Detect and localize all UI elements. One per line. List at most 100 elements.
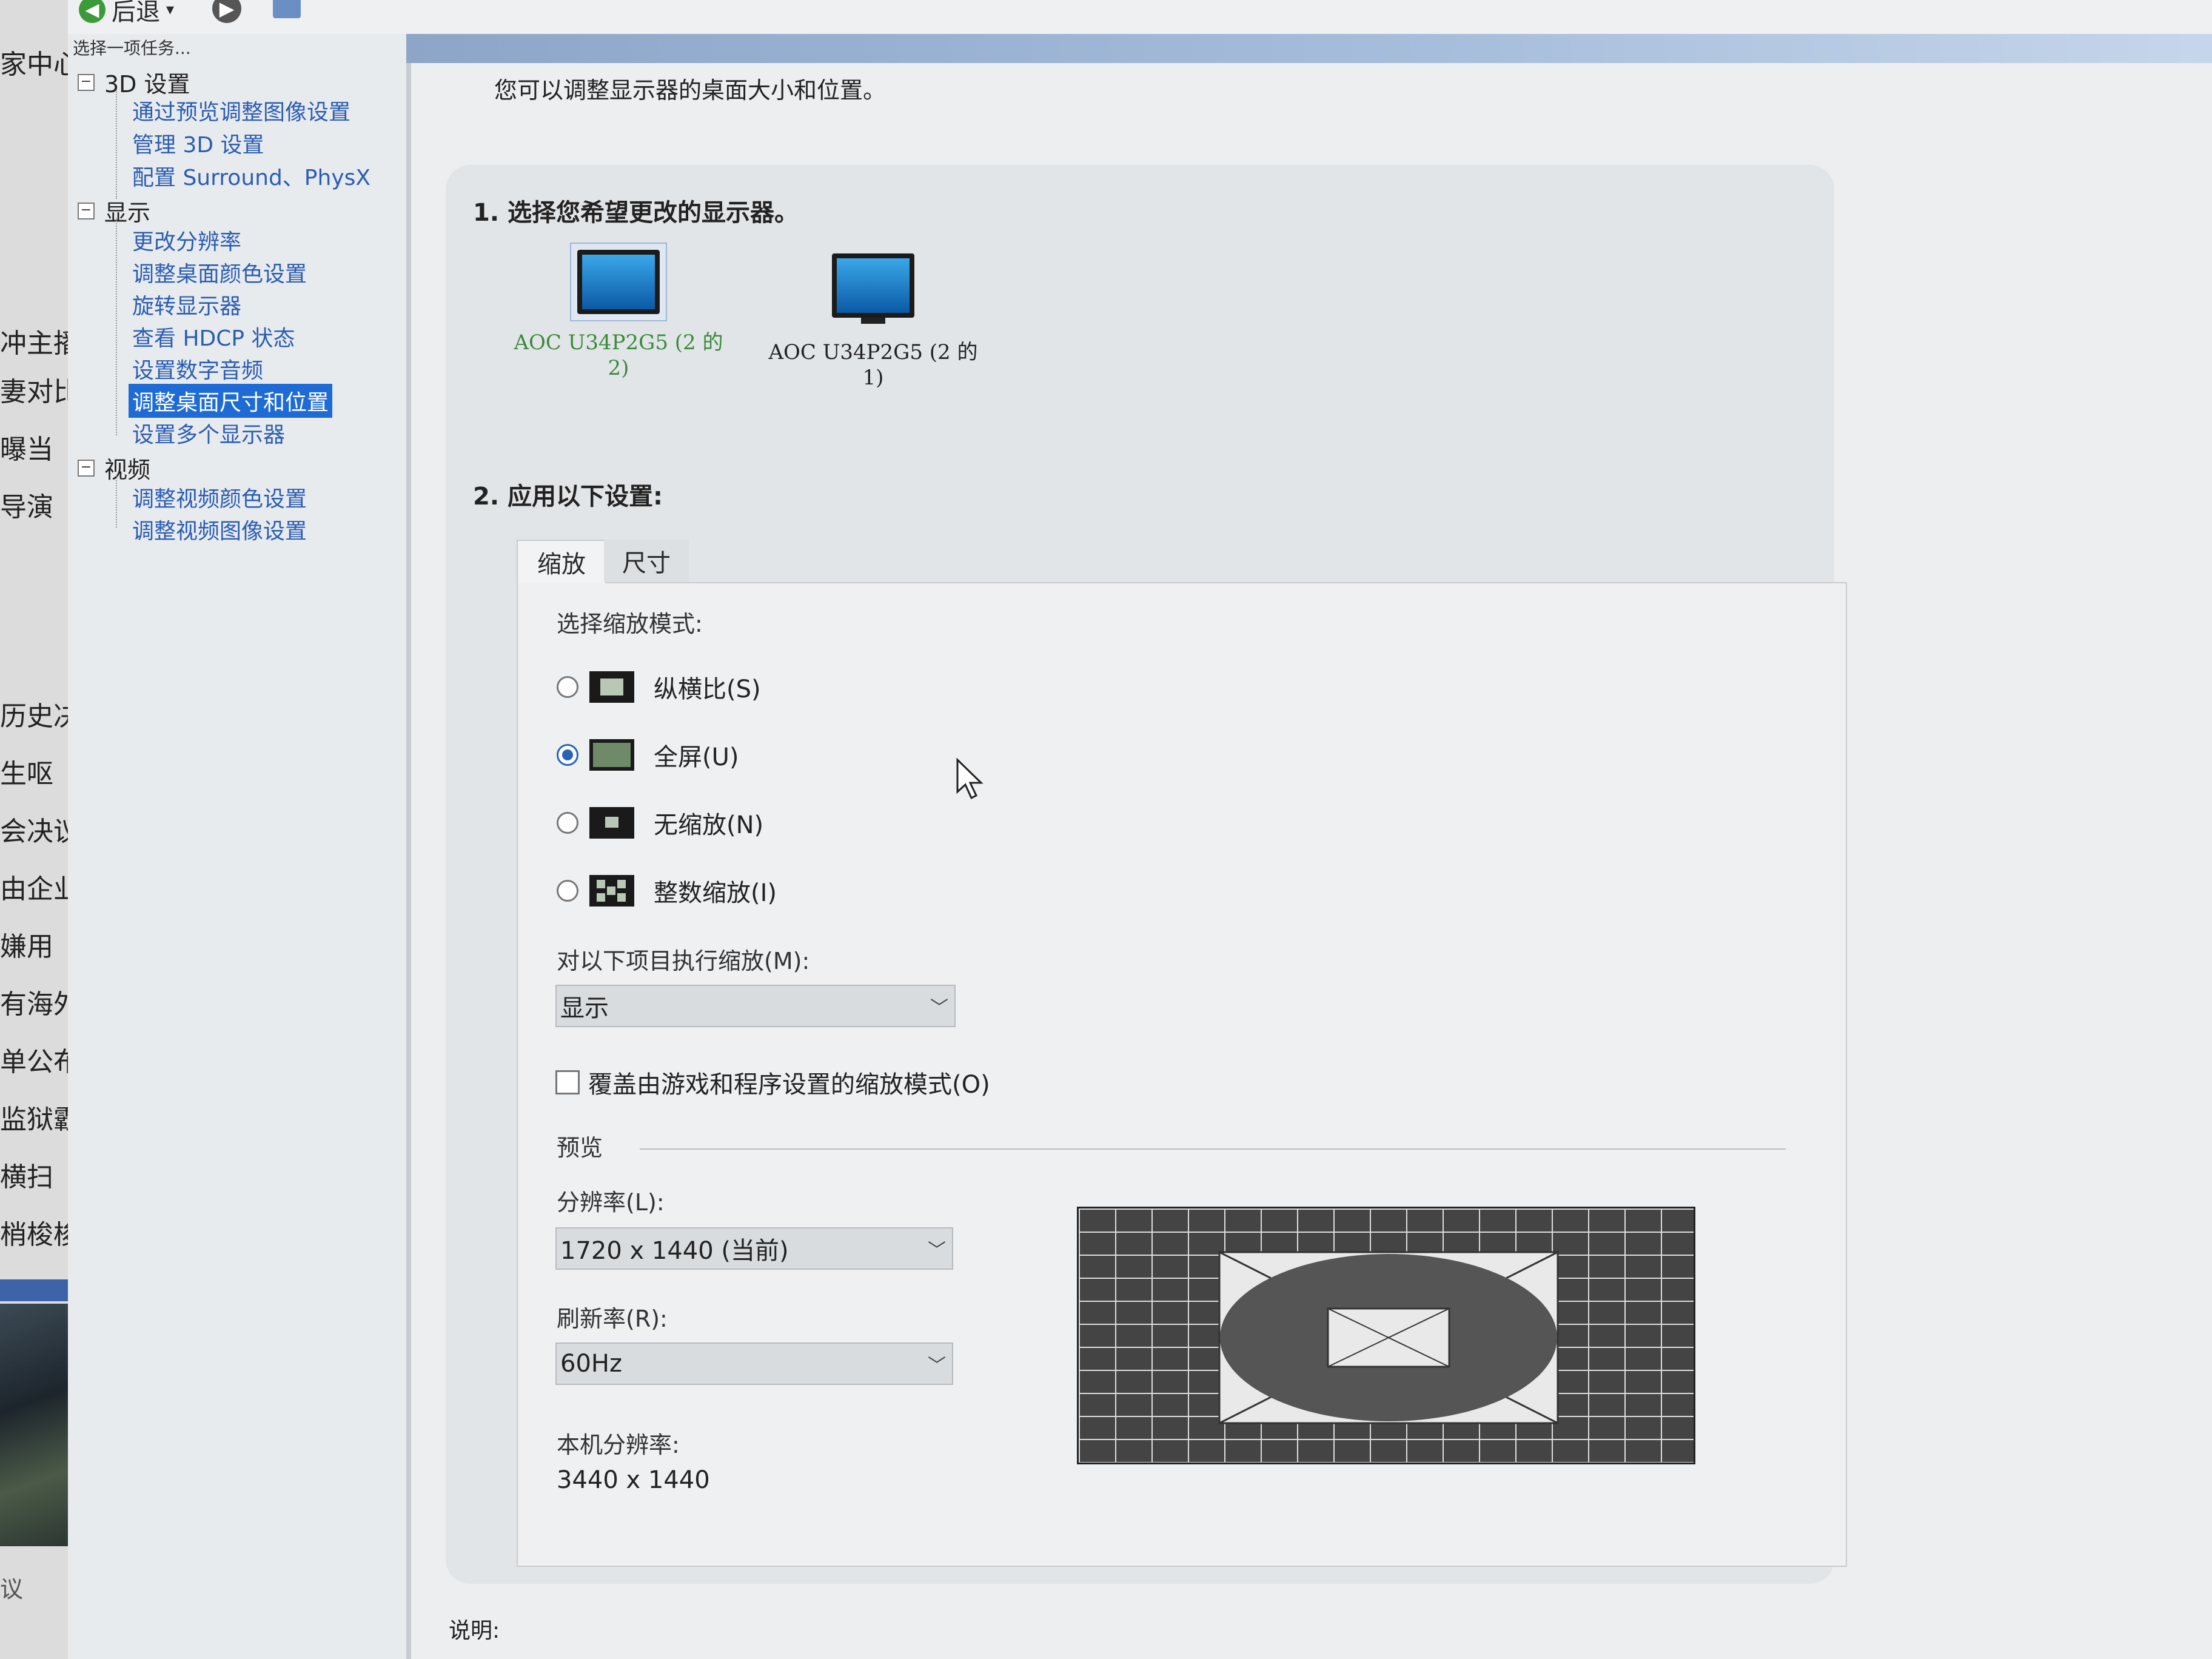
tree-item-video-image[interactable]: 调整视频图像设置 — [129, 512, 310, 546]
scaling-mode-label: 选择缩放模式: — [557, 611, 703, 637]
dropdown-arrow-icon[interactable]: ▾ — [166, 1, 174, 19]
dropdown-value: 60Hz — [560, 1350, 622, 1378]
mode-aspect-ratio[interactable]: 纵横比(S) — [557, 669, 761, 705]
chevron-down-icon: ﹀ — [928, 1240, 946, 1261]
tree-connector — [116, 218, 117, 435]
monitor-label: AOC U34P2G5 (2 的 2) — [514, 330, 723, 380]
override-scaling-option[interactable]: 覆盖由游戏和程序设置的缩放模式(O) — [555, 1065, 990, 1100]
radio-button[interactable] — [557, 676, 578, 698]
monitor-icon — [832, 253, 914, 318]
page-description: 您可以调整显示器的桌面大小和位置。 — [494, 77, 886, 104]
tree-connector — [116, 475, 117, 528]
refresh-rate-label: 刷新率(R): — [557, 1305, 668, 1332]
tree-item-hdcp-status[interactable]: 查看 HDCP 状态 — [129, 320, 299, 354]
radio-button[interactable] — [557, 812, 578, 834]
radio-label: 整数缩放(I) — [654, 879, 777, 907]
monitor-option-1[interactable]: AOC U34P2G5 (2 的 1) — [758, 253, 988, 390]
page-banner — [406, 34, 2212, 63]
radio-label: 全屏(U) — [654, 743, 739, 771]
tab-size[interactable]: 尺寸 — [604, 540, 689, 582]
back-button[interactable]: ◀ 后退 ▾ — [79, 0, 174, 26]
override-checkbox[interactable] — [555, 1070, 580, 1094]
bg-text: 冲主播 — [0, 328, 68, 359]
dropdown-value: 1720 x 1440 (当前) — [560, 1237, 789, 1265]
mouse-cursor-icon — [956, 758, 984, 800]
bg-text: 议 — [0, 1576, 24, 1603]
mode-full-screen[interactable]: 全屏(U) — [557, 737, 739, 773]
radio-label: 无缩放(N) — [654, 811, 764, 839]
monitor-stand — [861, 318, 885, 324]
bg-text: 曝当 — [0, 434, 53, 465]
tree-category-label: 显示 — [104, 199, 151, 226]
tree-item-change-resolution[interactable]: 更改分辨率 — [129, 223, 245, 257]
refresh-rate-dropdown[interactable]: 60Hz ﹀ — [555, 1342, 953, 1385]
tree-item-desktop-color[interactable]: 调整桌面颜色设置 — [129, 255, 310, 289]
radio-button-selected[interactable] — [557, 744, 578, 766]
monitor-icon — [577, 250, 660, 314]
tree-item-manage-3d[interactable]: 管理 3D 设置 — [129, 126, 268, 160]
bg-text: 监狱霸 — [0, 1104, 68, 1135]
aspect-ratio-icon — [589, 671, 634, 703]
dropdown-value: 显示 — [560, 994, 609, 1022]
collapse-icon[interactable]: − — [78, 202, 95, 220]
tree-category-video[interactable]: − 视频 — [78, 451, 150, 484]
bg-text: 导演 — [0, 492, 53, 523]
bg-text: 由企业 — [0, 874, 68, 905]
bg-text: 嫌用 — [0, 931, 53, 962]
radio-button[interactable] — [557, 880, 578, 902]
mode-integer-scaling[interactable]: 整数缩放(I) — [557, 873, 777, 908]
monitor-option-2[interactable]: AOC U34P2G5 (2 的 2) — [503, 243, 734, 381]
resolution-label: 分辨率(L): — [557, 1189, 665, 1216]
tree-item-multiple-displays[interactable]: 设置多个显示器 — [129, 416, 289, 450]
tree-item-video-color[interactable]: 调整视频颜色设置 — [129, 480, 310, 514]
scaling-preview — [1077, 1207, 1695, 1464]
tree-category-label: 视频 — [104, 457, 151, 483]
full-screen-icon — [589, 739, 634, 771]
background-webpage: 家中心 冲主播 妻对比 曝当 导演 历史决 生呕 会决议 由企业 嫌用 有海外 … — [0, 0, 68, 1659]
tree-category-display[interactable]: − 显示 — [78, 194, 150, 227]
tree-item-desktop-size-position[interactable]: 调整桌面尺寸和位置 — [129, 384, 333, 418]
bg-text: 妻对比 — [0, 377, 68, 407]
note-label: 说明: — [449, 1618, 500, 1643]
task-panel-header: 选择一项任务... — [73, 38, 191, 58]
bg-text: 梢梭梭 — [0, 1219, 68, 1250]
bg-text: 横扫 — [0, 1162, 53, 1193]
tree-item-preview-image[interactable]: 通过预览调整图像设置 — [129, 93, 354, 127]
bg-video-thumbnail — [0, 1304, 68, 1546]
bg-text: 单公布 — [0, 1047, 68, 1078]
bg-text: 会决议 — [0, 816, 68, 847]
chevron-down-icon: ﹀ — [930, 997, 948, 1019]
native-resolution-label: 本机分辨率: — [557, 1432, 680, 1458]
preview-graphic — [1218, 1251, 1559, 1424]
no-scaling-icon — [589, 807, 634, 839]
home-icon[interactable] — [273, 0, 301, 18]
collapse-icon[interactable]: − — [78, 459, 95, 477]
step2-heading: 2. 应用以下设置: — [473, 483, 663, 511]
toolbar — [68, 0, 2212, 35]
radio-label: 纵横比(S) — [654, 675, 761, 703]
back-label: 后退 — [112, 0, 160, 26]
override-label: 覆盖由游戏和程序设置的缩放模式(O) — [588, 1071, 990, 1099]
collapse-icon[interactable]: − — [78, 73, 95, 91]
back-arrow-icon: ◀ — [79, 0, 106, 23]
tab-scaling[interactable]: 缩放 — [517, 540, 606, 583]
bg-blue-bar — [0, 1279, 68, 1301]
bg-text: 家中心 — [0, 49, 68, 80]
tree-item-digital-audio[interactable]: 设置数字音频 — [129, 352, 267, 386]
bg-text: 历史决 — [0, 701, 68, 732]
step1-heading: 1. 选择您希望更改的显示器。 — [473, 199, 799, 227]
tree-item-rotate-display[interactable]: 旋转显示器 — [129, 287, 245, 321]
perform-scaling-label: 对以下项目执行缩放(M): — [557, 948, 810, 974]
perform-scaling-dropdown[interactable]: 显示 ﹀ — [555, 985, 956, 1027]
native-resolution-value: 3440 x 1440 — [557, 1466, 710, 1494]
monitor-label: AOC U34P2G5 (2 的 1) — [768, 340, 978, 390]
preview-label: 预览 — [557, 1134, 603, 1161]
bg-text: 有海外 — [0, 989, 68, 1020]
monitor-selection-frame — [570, 243, 667, 321]
bg-text: 生呕 — [0, 759, 53, 789]
resolution-dropdown[interactable]: 1720 x 1440 (当前) ﹀ — [555, 1227, 953, 1270]
mode-no-scaling[interactable]: 无缩放(N) — [557, 805, 763, 840]
tree-item-surround-physx[interactable]: 配置 Surround、PhysX — [129, 159, 374, 193]
integer-scaling-icon — [589, 875, 634, 907]
preview-divider — [640, 1148, 1786, 1150]
